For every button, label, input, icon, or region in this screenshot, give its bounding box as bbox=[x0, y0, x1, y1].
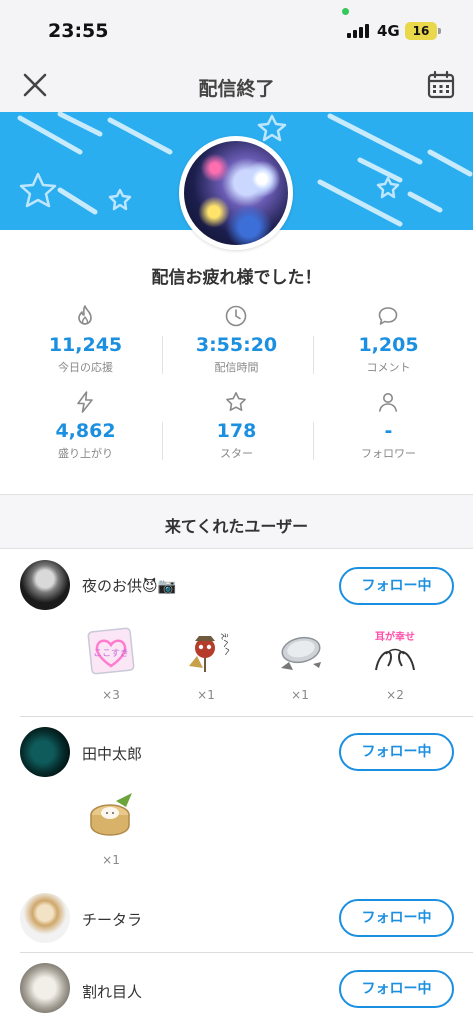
metal-tray-gift-icon bbox=[281, 636, 321, 670]
scarecrow-gift-icon: えへへ bbox=[189, 631, 231, 672]
user-name: 夜のお供😈📷 bbox=[82, 577, 177, 595]
stat-duration: 3:55:20 配信時間 bbox=[158, 298, 315, 384]
stat-label: スター bbox=[220, 447, 253, 460]
person-icon bbox=[379, 393, 397, 412]
stat-comments: 1,205 コメント bbox=[310, 298, 467, 384]
network-type: 4G bbox=[377, 22, 400, 40]
list-item: 割れ目人 フォロー中 bbox=[0, 953, 473, 1024]
avatar[interactable] bbox=[20, 963, 70, 1013]
streamer-avatar bbox=[179, 136, 293, 250]
list-item: チータラ フォロー中 bbox=[0, 888, 473, 952]
gift-count: ×3 bbox=[102, 688, 120, 702]
status-time: 23:55 bbox=[48, 20, 109, 42]
gift-count: ×1 bbox=[197, 688, 215, 702]
flame-icon bbox=[78, 305, 92, 325]
battery-icon: 16 bbox=[405, 22, 437, 40]
page-title: 配信終了 bbox=[198, 78, 275, 100]
dumpling-steamer-gift-icon bbox=[90, 793, 132, 836]
svg-text:耳が幸せ: 耳が幸せ bbox=[375, 630, 415, 643]
gift-scarecrow: えへへ ×1 bbox=[166, 626, 246, 706]
gift-metal-tray: ×1 bbox=[260, 626, 340, 706]
top-header: 配信終了 bbox=[0, 58, 473, 112]
star-icon bbox=[226, 392, 246, 411]
privacy-indicator-dot bbox=[342, 8, 349, 15]
lightning-icon bbox=[77, 391, 93, 413]
divider bbox=[162, 422, 163, 460]
comment-bubble-icon bbox=[378, 307, 398, 325]
stat-value: 4,862 bbox=[55, 420, 116, 442]
stat-support: 11,245 今日の応援 bbox=[7, 298, 164, 384]
status-bar: 23:55 4G 16 bbox=[0, 0, 473, 58]
stat-label: 配信時間 bbox=[214, 361, 259, 374]
stat-value: 3:55:20 bbox=[195, 334, 278, 356]
svg-text:ここすき: ここすき bbox=[93, 648, 129, 659]
list-item: 夜のお供😈📷 フォロー中 ここすき ×3 えへへ ×1 ×1 耳が幸せ ×2 bbox=[0, 550, 473, 716]
user-name: チータラ bbox=[82, 911, 143, 929]
stat-label: 今日の応援 bbox=[58, 361, 113, 374]
avatar[interactable] bbox=[20, 727, 70, 777]
user-name: 田中太郎 bbox=[82, 745, 143, 763]
stat-value: 178 bbox=[216, 420, 257, 442]
calendar-icon[interactable] bbox=[424, 68, 458, 102]
gift-count: ×2 bbox=[386, 688, 404, 702]
follow-button[interactable]: フォロー中 bbox=[339, 733, 454, 771]
stat-excitement: 4,862 盛り上がり bbox=[7, 384, 164, 470]
stat-stars: 178 スター bbox=[158, 384, 315, 470]
clock-icon bbox=[225, 305, 247, 327]
heart-sticker-gift-icon: ここすき bbox=[87, 627, 135, 675]
ears-happiness-gift-icon: 耳が幸せ bbox=[375, 630, 415, 671]
divider bbox=[313, 422, 314, 460]
thanks-message: 配信お疲れ様でした！ bbox=[151, 268, 322, 288]
svg-text:えへへ: えへへ bbox=[219, 631, 231, 656]
divider bbox=[162, 336, 163, 374]
stat-label: 盛り上がり bbox=[58, 447, 113, 460]
user-name: 割れ目人 bbox=[82, 983, 143, 1001]
gift-dumpling-steamer: ×1 bbox=[71, 791, 151, 871]
stat-value: 1,205 bbox=[358, 334, 419, 356]
stat-value: - bbox=[384, 420, 393, 442]
visitors-title: 来てくれたユーザー bbox=[164, 517, 309, 536]
signal-bars-icon bbox=[347, 24, 371, 38]
avatar[interactable] bbox=[20, 560, 70, 610]
follow-button[interactable]: フォロー中 bbox=[339, 970, 454, 1008]
list-item: 田中太郎 フォロー中 ×1 bbox=[0, 717, 473, 887]
stats-grid: 11,245 今日の応援 3:55:20 配信時間 1,205 コメント 4,8… bbox=[0, 298, 473, 470]
stat-followers: - フォロワー bbox=[310, 384, 467, 470]
gift-ears-happiness: 耳が幸せ ×2 bbox=[355, 626, 435, 706]
follow-button[interactable]: フォロー中 bbox=[339, 567, 454, 605]
follow-button[interactable]: フォロー中 bbox=[339, 899, 454, 937]
divider bbox=[313, 336, 314, 374]
stat-label: コメント bbox=[366, 361, 411, 374]
avatar[interactable] bbox=[20, 893, 70, 943]
battery-cap bbox=[438, 28, 441, 34]
stat-value: 11,245 bbox=[48, 334, 123, 356]
gift-count: ×1 bbox=[291, 688, 309, 702]
stat-label: フォロワー bbox=[361, 447, 416, 460]
gift-count: ×1 bbox=[102, 853, 120, 867]
gift-heart-sticker: ここすき ×3 bbox=[71, 626, 151, 706]
visitors-section-header: 来てくれたユーザー bbox=[0, 495, 473, 549]
